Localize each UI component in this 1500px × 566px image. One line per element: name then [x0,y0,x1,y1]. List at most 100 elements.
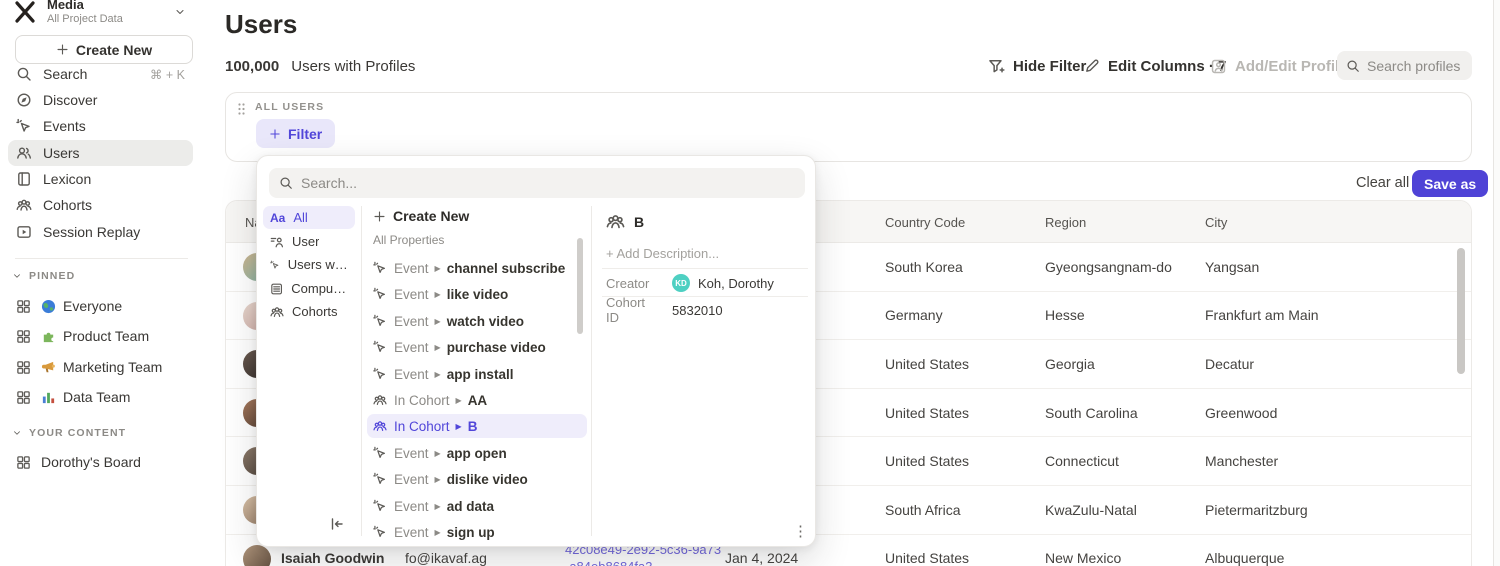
column-header-region[interactable]: Region [1045,201,1086,243]
category-user[interactable]: User [263,230,355,253]
cohort-preview-title: B [606,212,644,231]
property-cohort-b[interactable]: In Cohort▶B [367,414,587,438]
filter-panel: ALL USERS Filter [225,92,1472,162]
drag-handle-icon[interactable] [237,102,246,116]
edit-columns-button[interactable]: Edit Columns · 7 [1084,52,1226,80]
cell-region: New Mexico [1045,535,1121,566]
search-icon [279,176,293,190]
cell-country-code: United States [885,535,969,566]
sidebar-item-marketing-team[interactable]: Marketing Team [8,353,193,381]
app-root: Media All Project Data Create New Search… [0,0,1500,566]
sidebar-item-discover[interactable]: Discover [8,87,193,113]
your-content-section-header[interactable]: YOUR CONTENT [12,426,126,440]
event-cursor-icon [373,340,387,354]
add-filter-button[interactable]: Filter [256,119,335,148]
dropdown-search-input[interactable] [301,175,761,191]
dropdown-search-box[interactable] [269,168,805,198]
save-as-button[interactable]: Save as [1412,170,1488,197]
property-event-app-open[interactable]: Event▶app open [367,441,587,465]
property-event-sign-up[interactable]: Event▶sign up [367,520,587,544]
user-properties-icon [270,235,284,249]
sidebar-item-session-replay[interactable]: Session Replay [8,219,193,245]
caret-icon: ▶ [435,290,441,299]
sidebar-item-events[interactable]: Events [8,113,193,139]
event-cursor-icon [373,499,387,513]
cohort-icon [373,393,387,407]
property-event-app-install[interactable]: Event▶app install [367,362,587,386]
property-event-like-video[interactable]: Event▶like video [367,282,587,306]
sidebar-item-dorothys-board[interactable]: Dorothy's Board [8,448,193,476]
category-computed[interactable]: Computed [263,277,355,300]
cell-region: KwaZulu-Natal [1045,486,1137,534]
cell-region: Hesse [1045,292,1085,340]
puzzle-icon [41,329,56,344]
search-profiles-input[interactable] [1367,58,1462,74]
dropdown-divider-1 [361,206,362,536]
creator-label: Creator [606,276,658,291]
create-new-button[interactable]: Create New [15,35,193,64]
add-edit-profile-button[interactable]: Add/Edit Profile [1210,52,1348,80]
cohort-id-row: Cohort ID 5832010 [606,299,806,321]
cell-region: Gyeongsangnam-do [1045,243,1172,291]
cell-region: South Carolina [1045,389,1138,437]
sidebar-item-everyone[interactable]: Everyone [8,292,193,320]
megaphone-icon [41,360,56,375]
dropdown-create-new[interactable]: Create New [367,204,587,228]
project-switcher[interactable]: Media All Project Data [10,0,194,32]
cell-country-code: United States [885,389,969,437]
creator-name: Koh, Dorothy [698,276,774,291]
add-description-link[interactable]: + Add Description... [606,246,719,261]
category-all[interactable]: Aa All [263,206,355,229]
column-header-country-code[interactable]: Country Code [885,201,965,243]
sidebar-item-data-team[interactable]: Data Team [8,383,193,411]
project-info: Media All Project Data [47,0,123,26]
creator-row: Creator KD Koh, Dorothy [606,272,806,294]
cell-city: Manchester [1205,437,1278,485]
profile-card-icon [1210,58,1227,75]
category-cohorts[interactable]: Cohorts [263,300,355,323]
clear-all-button[interactable]: Clear all [1356,175,1409,191]
bar-chart-icon [41,390,56,405]
caret-icon: ▶ [435,449,441,458]
caret-icon: ▶ [435,475,441,484]
property-cohort-aa[interactable]: In Cohort▶AA [367,388,587,412]
window-scrollbar-track[interactable] [1493,0,1500,566]
sidebar-item-product-team[interactable]: Product Team [8,322,193,350]
table-scrollbar[interactable] [1457,248,1465,374]
cell-country-code: Germany [885,292,943,340]
category-users-who-did[interactable]: Users who di... [263,253,355,276]
event-cursor-icon [373,525,387,539]
event-cursor-icon [373,472,387,486]
app-logo-icon [12,0,38,25]
property-event-watch-video[interactable]: Event▶watch video [367,309,587,333]
dropdown-list-scrollbar[interactable] [577,238,583,334]
property-event-dislike-video[interactable]: Event▶dislike video [367,467,587,491]
sidebar-item-search[interactable]: Search ⌘ + K [8,61,193,87]
column-header-city[interactable]: City [1205,201,1227,243]
caret-icon: ▶ [435,528,441,537]
collapse-panel-icon[interactable] [329,516,345,532]
project-subtitle: All Project Data [47,13,123,26]
cell-city: Pietermaritzburg [1205,486,1308,534]
hide-filter-button[interactable]: Hide Filter [988,52,1086,80]
sidebar-item-users[interactable]: Users [8,140,193,166]
board-grid-icon [16,299,31,314]
caret-icon: ▶ [435,317,441,326]
sidebar-item-lexicon[interactable]: Lexicon [8,166,193,192]
cell-city: Greenwood [1205,389,1277,437]
profile-count-number: 100,000 [225,58,279,75]
pinned-section-header[interactable]: PINNED [12,269,75,283]
filter-dropdown: Aa All User Users who di... Computed [256,155,816,547]
sidebar-item-cohorts[interactable]: Cohorts [8,192,193,218]
cell-city: Decatur [1205,340,1254,388]
property-event-ad-data[interactable]: Event▶ad data [367,494,587,518]
kebab-menu-icon[interactable]: ⋮ [793,522,808,540]
dropdown-divider-2 [591,206,592,536]
event-cursor-icon [16,118,32,134]
cell-country-code: United States [885,437,969,485]
page-title: Users [225,9,297,40]
chevron-down-icon [12,428,22,438]
search-profiles-box[interactable] [1337,51,1472,80]
property-event-purchase-video[interactable]: Event▶purchase video [367,335,587,359]
property-event-channel-subscribe[interactable]: Event▶channel subscribe [367,256,587,280]
